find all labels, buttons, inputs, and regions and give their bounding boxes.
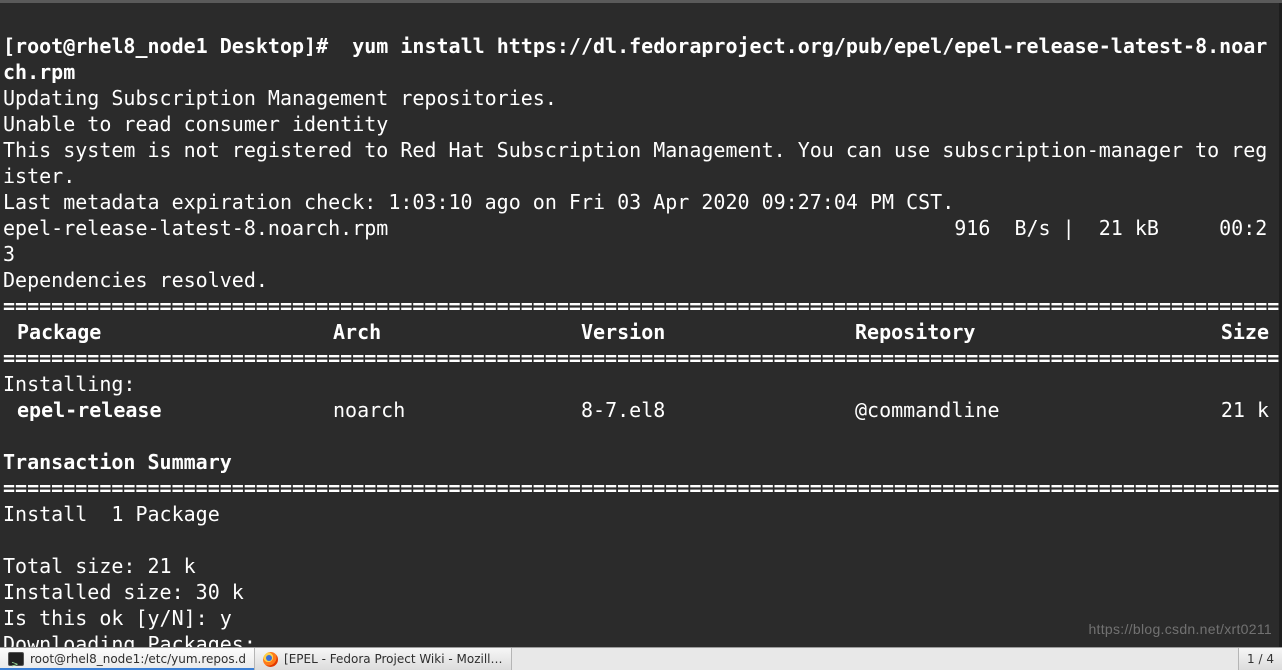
terminal-icon — [8, 652, 24, 666]
confirm-line: Is this ok [y/N]: y — [3, 606, 232, 630]
output-line: Updating Subscription Management reposit… — [3, 86, 557, 110]
taskbar-item-label: [EPEL - Fedora Project Wiki - Mozill… — [284, 646, 502, 670]
shell-prompt: [root@rhel8_node1 Desktop]# — [3, 34, 340, 58]
output-line: This system is not registered to Red Hat… — [3, 138, 1267, 188]
transaction-summary-heading: Transaction Summary — [3, 450, 232, 474]
rule-line: ========================================… — [3, 346, 1282, 370]
col-header-size: Size — [1162, 319, 1279, 345]
cell-arch: noarch — [333, 397, 581, 423]
col-header-arch: Arch — [333, 319, 581, 345]
output-line: Unable to read consumer identity — [3, 112, 388, 136]
section-installing: Installing: — [3, 372, 135, 396]
cell-package: epel-release — [3, 397, 333, 423]
col-header-version: Version — [581, 319, 855, 345]
output-line: Downloading Packages: — [3, 632, 256, 647]
taskbar-spacer — [512, 648, 1239, 670]
cell-version: 8-7.el8 — [581, 397, 855, 423]
taskbar-item-firefox[interactable]: [EPEL - Fedora Project Wiki - Mozill… — [255, 648, 511, 670]
installed-size-line: Installed size: 30 k — [3, 580, 244, 604]
rule-line: ========================================… — [3, 476, 1282, 500]
taskbar: root@rhel8_node1:/etc/yum.repos.d [EPEL … — [0, 647, 1282, 670]
output-line: Dependencies resolved. — [3, 268, 268, 292]
terminal-pane[interactable]: [root@rhel8_node1 Desktop]# yum install … — [0, 0, 1282, 647]
col-header-repository: Repository — [855, 319, 1162, 345]
install-count-line: Install 1 Package — [3, 502, 220, 526]
taskbar-item-label: root@rhel8_node1:/etc/yum.repos.d — [30, 646, 246, 670]
table-row: epel-releasenoarch8-7.el8@commandline21 … — [3, 397, 1279, 423]
workspace-indicator[interactable]: 1 / 4 — [1238, 648, 1282, 670]
total-size-line: Total size: 21 k — [3, 554, 196, 578]
rule-line: ========================================… — [3, 294, 1282, 318]
taskbar-item-terminal[interactable]: root@rhel8_node1:/etc/yum.repos.d — [0, 648, 255, 670]
cell-size: 21 k — [1162, 397, 1279, 423]
firefox-icon — [263, 652, 278, 667]
col-header-package: Package — [3, 319, 333, 345]
cell-repository: @commandline — [855, 397, 1162, 423]
table-header: PackageArchVersionRepositorySize — [3, 319, 1279, 345]
output-line: Last metadata expiration check: 1:03:10 … — [3, 190, 954, 214]
output-line: epel-release-latest-8.noarch.rpm 916 B/s… — [3, 216, 1267, 266]
workspace-label: 1 / 4 — [1247, 646, 1274, 670]
